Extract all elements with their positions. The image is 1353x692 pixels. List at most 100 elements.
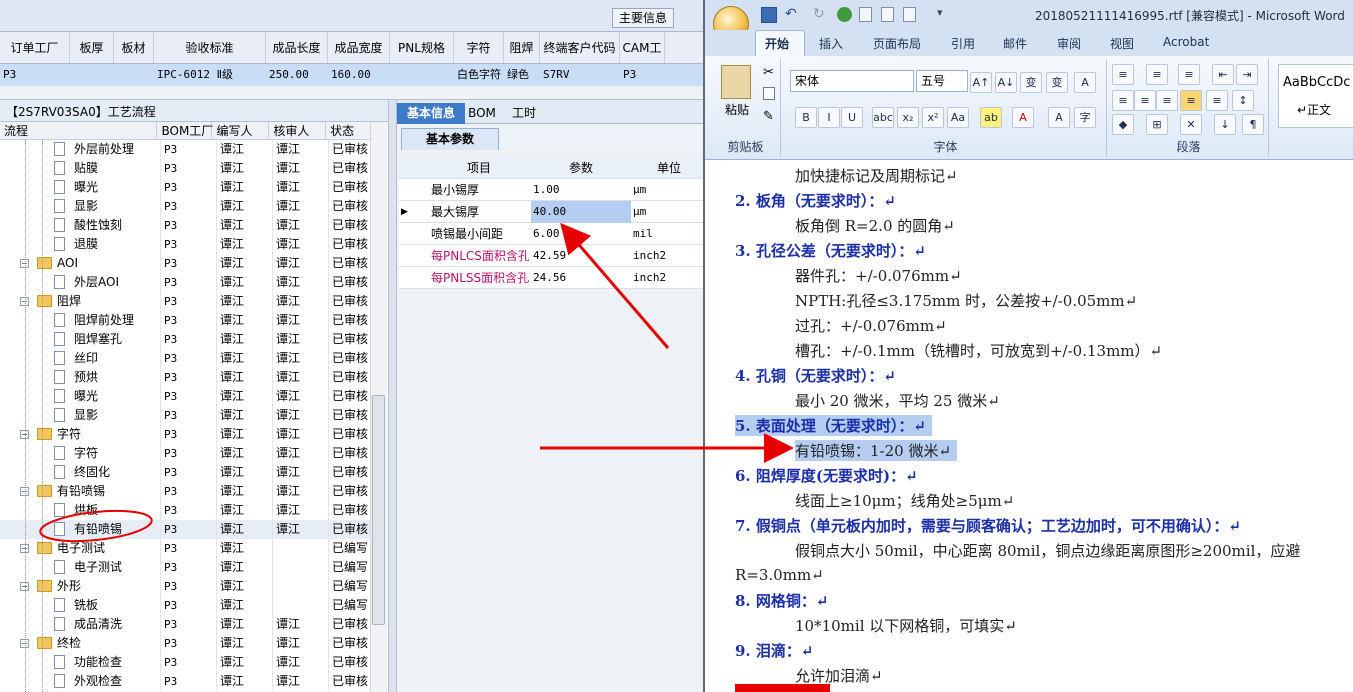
tree-row[interactable]: 功能检查 P3 谭江 谭江 已审核 <box>0 653 370 672</box>
shading-icon[interactable]: ◆ <box>1112 114 1134 135</box>
tree-row[interactable]: − 电子测试 P3 谭江 已编写 <box>0 539 370 558</box>
header-cell[interactable]: 阻焊 <box>504 32 540 63</box>
font-name-field[interactable]: 宋体 <box>790 70 914 92</box>
header-cell[interactable]: 成品宽度 <box>328 32 390 63</box>
bullets-icon[interactable]: ≡ <box>1112 64 1134 85</box>
tree-row[interactable]: 曝光 P3 谭江 谭江 已审核 <box>0 387 370 406</box>
header-cell[interactable]: 成品长度 <box>266 32 328 63</box>
process-tree[interactable]: 外层前处理 P3 谭江 谭江 已审核 贴膜 P3 谭江 谭江 已审核 曝光 P3 谭江 谭江 已审核 显影 P3… <box>0 140 370 692</box>
paste-label[interactable]: 粘贴 <box>725 101 749 118</box>
document-body[interactable]: 加快捷标记及周期标记↵ 2. 板角（无要求时）：↵ 板角倒 R=2.0 的圆角↵ 3.… <box>705 160 1353 692</box>
ribbon-tab[interactable]: 插入 <box>819 35 843 52</box>
grid-row[interactable]: ▶ 最大锡厚 40.00 μm <box>399 201 703 223</box>
header-cell[interactable]: 字符 <box>454 32 504 63</box>
tree-row[interactable]: 显影 P3 谭江 谭江 已审核 <box>0 197 370 216</box>
change-case-icon[interactable]: 变 <box>1020 72 1042 93</box>
grow-font-icon[interactable]: A↑ <box>970 72 992 93</box>
borders-icon[interactable]: ⊞ <box>1146 114 1168 135</box>
grid-row[interactable]: 最小锡厚 1.00 μm <box>399 179 703 201</box>
tree-row[interactable]: 外层AOI P3 谭江 谭江 已审核 <box>0 273 370 292</box>
ribbon-tab[interactable]: 页面布局 <box>873 35 921 52</box>
align-right-icon[interactable]: ≡ <box>1156 90 1178 111</box>
ribbon-tab[interactable]: 视图 <box>1110 35 1134 52</box>
change-case-icon[interactable]: Aa <box>947 107 969 128</box>
tree-row[interactable]: 丝印 P3 谭江 谭江 已审核 <box>0 349 370 368</box>
superscript-icon[interactable]: x² <box>922 107 944 128</box>
grid-value-cell[interactable]: 24.56 <box>531 267 631 289</box>
chinese-layout-icon[interactable]: ✕ <box>1180 114 1202 135</box>
sort-icon[interactable]: ↓ <box>1214 114 1236 135</box>
italic-icon[interactable]: I <box>818 107 840 128</box>
subscript-icon[interactable]: x₂ <box>897 107 919 128</box>
ribbon-tab[interactable]: 引用 <box>951 35 975 52</box>
grid-value-cell[interactable]: 42.59 <box>531 245 631 267</box>
order-data-row[interactable]: P3 IPC-6012 Ⅱ级 250.00 160.00 白色字符 绿色 S7RV P3 <box>0 64 705 86</box>
show-marks-icon[interactable]: ¶ <box>1242 114 1264 135</box>
tree-row[interactable]: 字符 P3 谭江 谭江 已审核 <box>0 444 370 463</box>
phonetic-icon[interactable]: 变 <box>1046 72 1068 93</box>
tree-row[interactable]: 显影 P3 谭江 谭江 已审核 <box>0 406 370 425</box>
bold-icon[interactable]: B <box>795 107 817 128</box>
tree-header-cell[interactable]: 核审人 <box>269 122 327 139</box>
header-cell[interactable]: 终端客户代码 <box>540 32 620 63</box>
tree-header-cell[interactable]: 编写人 <box>212 122 270 139</box>
tree-row[interactable]: 烘板 P3 谭江 谭江 已审核 <box>0 501 370 520</box>
border-char-icon[interactable]: A <box>1074 72 1096 93</box>
grid-row[interactable]: 每PNLCS面积含孔 42.59 inch2 <box>399 245 703 267</box>
grid-header-cell[interactable]: 参数 <box>531 157 631 179</box>
strikethrough-icon[interactable]: abc <box>872 107 894 128</box>
tree-row[interactable]: − 终检 P3 谭江 谭江 已审核 <box>0 634 370 653</box>
grid-row[interactable]: 喷锡最小间距 6.00 mil <box>399 223 703 245</box>
tree-header-cell[interactable]: BOM工厂 <box>157 122 213 139</box>
tab-basic-params[interactable]: 基本参数 <box>401 128 499 150</box>
format-painter-icon[interactable]: ✎ <box>763 109 774 124</box>
tree-row[interactable]: 成品清洗 P3 谭江 谭江 已审核 <box>0 615 370 634</box>
save-icon[interactable] <box>761 7 777 23</box>
tree-row[interactable]: − 字符 P3 谭江 谭江 已审核 <box>0 425 370 444</box>
header-cell[interactable]: 板材 <box>114 32 154 63</box>
tree-row[interactable]: − 阻焊 P3 谭江 谭江 已审核 <box>0 292 370 311</box>
header-cell[interactable]: 板厚 <box>70 32 114 63</box>
new-document-icon[interactable] <box>903 7 916 22</box>
tree-row[interactable]: 曝光 P3 谭江 谭江 已审核 <box>0 178 370 197</box>
main-info-tab[interactable]: 主要信息 <box>612 8 674 28</box>
tree-row[interactable]: 电子测试 P3 谭江 已编写 <box>0 558 370 577</box>
align-center-icon[interactable]: ≡ <box>1134 90 1156 111</box>
web-icon[interactable] <box>837 7 852 22</box>
copy-icon[interactable] <box>763 87 775 100</box>
align-left-icon[interactable]: ≡ <box>1112 90 1134 111</box>
grid-value-cell[interactable]: 6.00 <box>531 223 631 245</box>
tree-row[interactable]: 阻焊塞孔 P3 谭江 谭江 已审核 <box>0 330 370 349</box>
font-color-icon[interactable]: A <box>1012 107 1034 128</box>
header-cell[interactable]: 验收标准 <box>154 32 266 63</box>
tree-row[interactable]: − 外形 P3 谭江 已编写 <box>0 577 370 596</box>
ribbon-tab[interactable]: 邮件 <box>1003 35 1027 52</box>
grid-value-cell[interactable]: 40.00 <box>531 201 631 223</box>
tree-row[interactable]: − 有铅喷锡 P3 谭江 谭江 已审核 <box>0 482 370 501</box>
grid-row[interactable]: 每PNLSS面积含孔 24.56 inch2 <box>399 267 703 289</box>
tree-scrollbar-thumb[interactable] <box>372 395 385 625</box>
panel-splitter[interactable] <box>388 100 397 692</box>
redo-icon[interactable]: ↻ <box>813 6 825 22</box>
header-cell[interactable]: 订单工厂 <box>0 32 70 63</box>
grid-header-cell[interactable]: 项目 <box>431 157 527 179</box>
paste-icon[interactable] <box>721 65 751 99</box>
grid-header-cell[interactable]: 单位 <box>635 157 703 179</box>
grid-value-cell[interactable]: 1.00 <box>531 179 631 201</box>
numbering-icon[interactable]: ≡ <box>1146 64 1168 85</box>
tree-row[interactable]: 外观检查 P3 谭江 谭江 已审核 <box>0 672 370 691</box>
tab-bom[interactable]: BOM <box>467 103 497 124</box>
print-preview-icon[interactable] <box>881 7 894 22</box>
ribbon-tab[interactable]: 开始 <box>765 35 789 52</box>
increase-indent-icon[interactable]: ⇥ <box>1236 64 1258 85</box>
justify-icon[interactable]: ≡ <box>1180 90 1202 111</box>
undo-icon[interactable]: ↶ <box>785 6 797 22</box>
tree-row[interactable]: 外层前处理 P3 谭江 谭江 已审核 <box>0 140 370 159</box>
tab-work-hours[interactable]: 工时 <box>505 103 543 124</box>
tree-row[interactable]: 酸性蚀刻 P3 谭江 谭江 已审核 <box>0 216 370 235</box>
tree-header-cell[interactable]: 流程 <box>0 122 158 139</box>
ribbon-tab[interactable]: 审阅 <box>1057 35 1081 52</box>
customize-toolbar-icon[interactable]: ▾ <box>937 6 943 19</box>
cut-icon[interactable]: ✂ <box>763 65 774 80</box>
tree-row[interactable]: − AOI P3 谭江 谭江 已审核 <box>0 254 370 273</box>
